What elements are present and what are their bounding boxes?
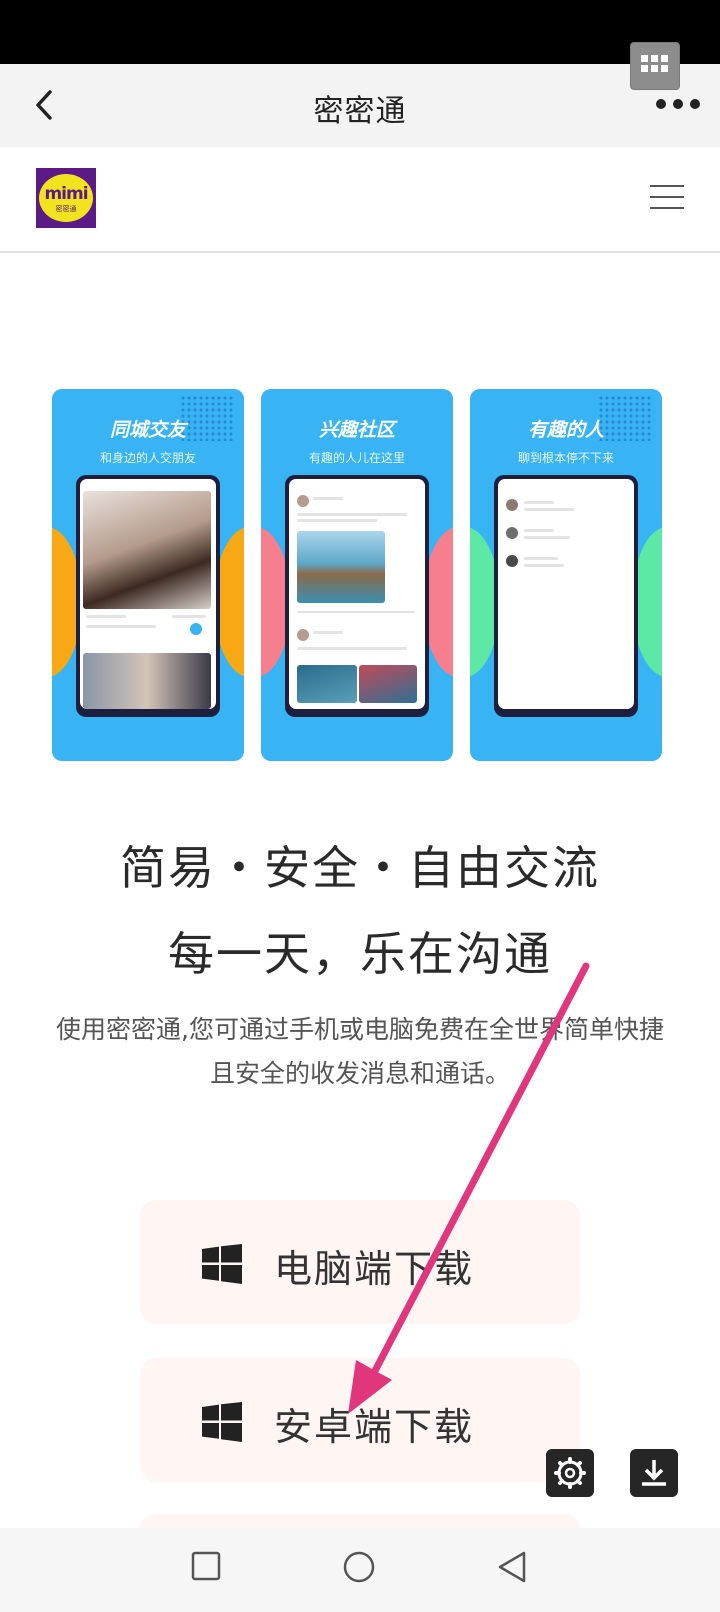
post-photo [297,531,385,603]
slogan-line-1: 简易・安全・自由交流 [120,841,600,895]
pc-download-label: 电脑端下载 [274,1247,475,1291]
screenshot-title: 有趣的人 [527,419,604,441]
android-download-label: 安卓端下载 [274,1405,475,1449]
top-nav-bar: 密密通 [0,64,720,147]
screenshot-card: 兴趣社区 有趣的人儿在这里 [261,389,453,761]
screenshot-subtitle: 和身边的人交朋友 [99,451,196,465]
profile-photo [83,653,211,709]
gear-icon [554,1457,586,1489]
windows-icon [202,1402,242,1442]
screenshot-subtitle: 聊到根本停不下来 [517,451,614,465]
post-photo [359,665,417,703]
pc-download-button[interactable]: 电脑端下载 [140,1200,580,1324]
download-button[interactable] [630,1449,678,1497]
profile-photo [83,491,211,609]
screenshot-title: 同城交友 [109,419,186,441]
floating-grid-icon[interactable] [630,42,680,90]
phone-mockup [285,475,429,717]
windows-icon [202,1244,242,1284]
app-screenshots: 同城交友 和身边的人交朋友 兴趣社区 有趣的人儿在这里 有趣的人 聊到根本停不下… [52,389,664,761]
description-text: 使用密密通,您可通过手机或电脑免费在全世界简单快捷且安全的收发消息和通话。 [56,1015,664,1088]
screenshot-title: 兴趣社区 [318,419,395,441]
phone-mockup [494,475,638,717]
more-options-icon[interactable] [652,86,704,126]
screenshot-card: 同城交友 和身边的人交朋友 [52,389,244,761]
logo-text: mimi [44,184,88,204]
page-title: 密密通 [313,94,407,129]
logo-subtext: 密密通 [55,205,77,213]
status-bar [0,0,720,64]
back-triangle-icon[interactable] [496,1550,528,1584]
download-icon [642,1460,666,1486]
settings-button[interactable] [546,1449,594,1497]
mimi-logo[interactable]: mimi 密密通 [36,168,96,228]
system-nav-bar [0,1528,720,1612]
screenshot-card: 有趣的人 聊到根本停不下来 [470,389,662,761]
site-header: mimi 密密通 [0,147,720,253]
phone-mockup [76,475,220,717]
screenshot-subtitle: 有趣的人儿在这里 [308,451,405,465]
recent-apps-icon[interactable] [190,1550,222,1582]
android-download-button[interactable]: 安卓端下载 [140,1358,580,1482]
menu-icon[interactable] [650,185,684,211]
home-icon[interactable] [342,1550,376,1584]
post-photo [297,665,357,703]
slogan-line-2: 每一天，乐在沟通 [168,927,552,981]
